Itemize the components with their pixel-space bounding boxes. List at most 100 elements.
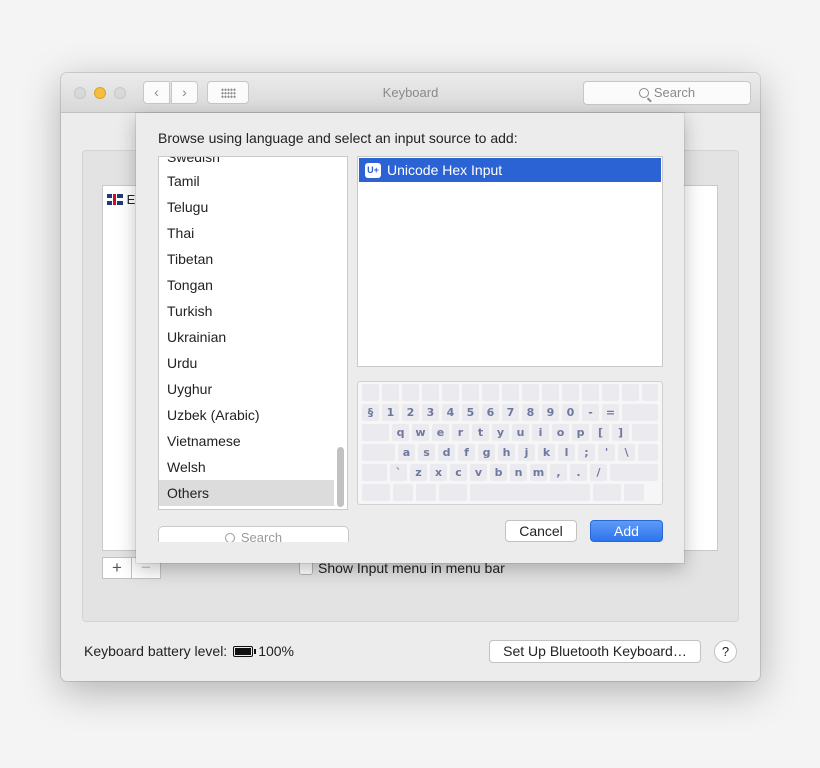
keyboard-preview: § 1 2 3 4 5 6 7 8 9 0- = q w e r t y u i o p[] a s d f g h j k l; ' \ ` z x… (357, 381, 663, 505)
battery-icon (233, 646, 257, 657)
keyboard-key: b (490, 464, 507, 481)
keyboard-key: z (410, 464, 427, 481)
language-item[interactable]: Others (159, 480, 334, 506)
language-item[interactable]: Ukrainian (159, 324, 334, 350)
language-item[interactable]: Tamil (159, 168, 334, 194)
keyboard-key-blank (542, 384, 559, 401)
keyboard-key: 6 (482, 404, 499, 421)
title-bar: ‹ › Keyboard Search (61, 73, 760, 113)
keyboard-key-blank (416, 484, 436, 501)
keyboard-key-blank (393, 484, 413, 501)
keyboard-key: o (552, 424, 569, 441)
keyboard-key-blank (362, 424, 389, 441)
keyboard-key: . (570, 464, 587, 481)
keyboard-key: w (412, 424, 429, 441)
add-input-source-sheet: Browse using language and select an inpu… (136, 113, 684, 563)
keyboard-key: u (512, 424, 529, 441)
keyboard-key: 3 (422, 404, 439, 421)
language-list[interactable]: Swedish Tamil Telugu Thai Tibetan Tongan Turk… (158, 156, 348, 510)
sheet-prompt: Browse using language and select an inpu… (158, 130, 518, 146)
keyboard-key-blank (582, 384, 599, 401)
keyboard-key: d (438, 444, 455, 461)
language-item[interactable]: Welsh (159, 454, 334, 480)
keyboard-key-blank (362, 464, 387, 481)
add-input-source-button[interactable]: + (102, 557, 132, 579)
keyboard-key: - (582, 404, 599, 421)
cancel-button[interactable]: Cancel (505, 520, 577, 542)
keyboard-key: f (458, 444, 475, 461)
keyboard-key: r (452, 424, 469, 441)
keyboard-key: 7 (502, 404, 519, 421)
input-source-option-label: Unicode Hex Input (387, 162, 503, 178)
battery-value: 100% (258, 643, 295, 659)
keyboard-key: 1 (382, 404, 399, 421)
unicode-icon: U+ (365, 163, 381, 178)
keyboard-key-blank (482, 384, 499, 401)
keyboard-key: § (362, 404, 379, 421)
uk-flag-icon (107, 194, 123, 205)
language-item[interactable]: Tibetan (159, 246, 334, 272)
keyboard-key-blank (439, 484, 467, 501)
keyboard-key: h (498, 444, 515, 461)
keyboard-key: i (532, 424, 549, 441)
language-list-scrollbar[interactable] (337, 447, 344, 507)
search-placeholder: Search (653, 85, 696, 100)
input-source-option[interactable]: U+ Unicode Hex Input (359, 158, 661, 182)
keyboard-key-blank (622, 384, 639, 401)
input-source-row[interactable]: E (107, 192, 135, 207)
preferences-search-field[interactable]: Search (583, 81, 751, 105)
keyboard-key: k (538, 444, 555, 461)
keyboard-key: 5 (462, 404, 479, 421)
keyboard-key: n (510, 464, 527, 481)
language-item[interactable]: Vietnamese (159, 428, 334, 454)
keyboard-key: ] (612, 424, 629, 441)
search-icon (224, 533, 235, 542)
keyboard-key: s (418, 444, 435, 461)
input-source-label: E (126, 192, 136, 207)
keyboard-key-blank (382, 384, 399, 401)
keyboard-key: \ (618, 444, 635, 461)
keyboard-key-blank (362, 384, 379, 401)
keyboard-key: 9 (542, 404, 559, 421)
keyboard-key: v (470, 464, 487, 481)
keyboard-key-blank (632, 424, 658, 441)
keyboard-key-blank (624, 484, 644, 501)
help-button[interactable]: ? (714, 640, 737, 663)
setup-bluetooth-keyboard-button[interactable]: Set Up Bluetooth Keyboard… (489, 640, 701, 663)
keyboard-key-blank (362, 484, 390, 501)
language-item[interactable]: Turkish (159, 298, 334, 324)
language-item[interactable]: Tongan (159, 272, 334, 298)
keyboard-key: 4 (442, 404, 459, 421)
keyboard-key-blank (442, 384, 459, 401)
language-item[interactable]: Uyghur (159, 376, 334, 402)
keyboard-key: / (590, 464, 607, 481)
keyboard-key: 0 (562, 404, 579, 421)
keyboard-key-blank (602, 384, 619, 401)
keyboard-key: c (450, 464, 467, 481)
keyboard-key: = (602, 404, 619, 421)
keyboard-key: j (518, 444, 535, 461)
keyboard-key-blank (610, 464, 658, 481)
keyboard-key-blank (593, 484, 621, 501)
keyboard-key: 2 (402, 404, 419, 421)
keyboard-key: e (432, 424, 449, 441)
battery-level: Keyboard battery level: 100% (84, 643, 294, 659)
keyboard-key: x (430, 464, 447, 481)
keyboard-key: m (530, 464, 547, 481)
language-item[interactable]: Telugu (159, 194, 334, 220)
language-item[interactable]: Uzbek (Arabic) (159, 402, 334, 428)
battery-label: Keyboard battery level: (84, 643, 228, 659)
keyboard-key: a (398, 444, 415, 461)
keyboard-key-blank (522, 384, 539, 401)
add-button[interactable]: Add (590, 520, 663, 542)
language-item[interactable]: Thai (159, 220, 334, 246)
show-input-menu-checkbox[interactable] (299, 561, 313, 575)
keyboard-key-blank (462, 384, 479, 401)
input-source-options[interactable]: U+ Unicode Hex Input (357, 156, 663, 367)
keyboard-key: ; (578, 444, 595, 461)
language-item[interactable]: Urdu (159, 350, 334, 376)
keyboard-key: g (478, 444, 495, 461)
language-search-field[interactable]: Search (158, 526, 349, 542)
keyboard-key: ' (598, 444, 615, 461)
search-icon (638, 88, 649, 98)
